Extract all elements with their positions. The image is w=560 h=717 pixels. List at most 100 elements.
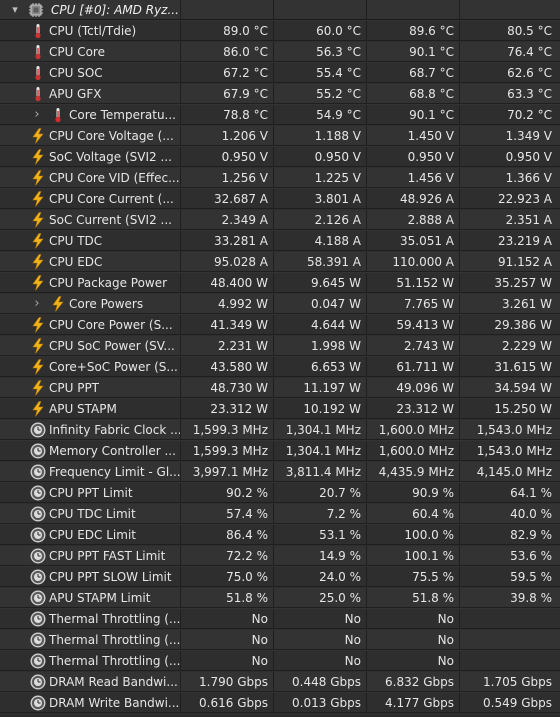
sensor-row[interactable]: CPU SOC 67.2 °C 55.4 °C 68.7 °C 62.6 °C bbox=[0, 63, 560, 84]
sensor-row[interactable]: Core+SoC Power (S... 43.580 W 6.653 W 61.71… bbox=[0, 357, 560, 378]
sensor-row[interactable]: CPU (Tctl/Tdie) 89.0 °C 60.0 °C 89.6 °C 80.5… bbox=[0, 21, 560, 42]
sensor-name-cell: CPU Core Power (S... bbox=[0, 315, 181, 335]
sensor-row[interactable]: › Core Temperatu... 78.8 °C 54.9 °C 90.1 °C 7… bbox=[0, 105, 560, 126]
value-minimum: No bbox=[274, 609, 367, 629]
header-cell-maximum bbox=[367, 0, 460, 20]
sensor-name-cell: SoC Current (SVI2 ... bbox=[0, 210, 181, 230]
clock-icon bbox=[30, 632, 46, 648]
value-maximum: 100.0 % bbox=[367, 525, 460, 545]
sensor-row[interactable]: SoC Current (SVI2 ... 2.349 A 2.126 A 2.888… bbox=[0, 210, 560, 231]
value-average: 31.615 W bbox=[460, 357, 560, 377]
value-average: 0.549 Gbps bbox=[460, 693, 560, 713]
header-cell-average bbox=[460, 0, 560, 20]
sensor-row[interactable]: CPU EDC Limit 86.4 % 53.1 % 100.0 % 82.9 % bbox=[0, 525, 560, 546]
value-current: 57.4 % bbox=[181, 504, 274, 524]
sensor-row[interactable]: Frequency Limit - Gl... 3,997.1 MHz 3,811.… bbox=[0, 462, 560, 483]
value-minimum: 1.188 V bbox=[274, 126, 367, 146]
clock-icon bbox=[30, 485, 46, 501]
sensor-label: DRAM Write Bandwi... bbox=[49, 696, 180, 710]
sensor-row[interactable]: CPU TDC 33.281 A 4.188 A 35.051 A 23.219 A bbox=[0, 231, 560, 252]
thermometer-icon bbox=[30, 65, 46, 81]
sensor-row[interactable]: SoC Voltage (SVI2 ... 0.950 V 0.950 V 0.950… bbox=[0, 147, 560, 168]
lightning-icon bbox=[30, 275, 46, 291]
sensor-row[interactable]: APU GFX 67.9 °C 55.2 °C 68.8 °C 63.3 °C bbox=[0, 84, 560, 105]
value-maximum: 110.000 A bbox=[367, 252, 460, 272]
sensor-label: CPU PPT bbox=[49, 381, 100, 395]
sensor-row[interactable]: Thermal Throttling (... No No No bbox=[0, 630, 560, 651]
collapse-arrow-icon[interactable]: ▾ bbox=[9, 0, 21, 19]
value-minimum: No bbox=[274, 651, 367, 671]
sensor-label: CPU Core Current (... bbox=[49, 192, 174, 206]
value-maximum: 100.1 % bbox=[367, 546, 460, 566]
value-average: 3.261 W bbox=[460, 294, 560, 314]
value-minimum: 4.188 A bbox=[274, 231, 367, 251]
sensor-name-cell: CPU EDC Limit bbox=[0, 525, 181, 545]
header-cell-current bbox=[181, 0, 274, 20]
sensor-row[interactable]: CPU TDC Limit 57.4 % 7.2 % 60.4 % 40.0 % bbox=[0, 504, 560, 525]
sensor-row[interactable]: Thermal Throttling (... No No No bbox=[0, 651, 560, 672]
sensor-row[interactable]: APU STAPM Limit 51.8 % 25.0 % 51.8 % 39.8 % bbox=[0, 588, 560, 609]
value-maximum: 4.177 Gbps bbox=[367, 693, 460, 713]
sensor-name-cell: CPU EDC bbox=[0, 252, 181, 272]
value-current: 86.4 % bbox=[181, 525, 274, 545]
sensor-row[interactable]: CPU SoC Power (SV... 2.231 W 1.998 W 2.743 … bbox=[0, 336, 560, 357]
value-current: 1.206 V bbox=[181, 126, 274, 146]
value-average: 15.250 W bbox=[460, 399, 560, 419]
value-average: 2.351 A bbox=[460, 210, 560, 230]
sensor-row[interactable]: Infinity Fabric Clock ... 1,599.3 MHz 1,30… bbox=[0, 420, 560, 441]
value-current: No bbox=[181, 630, 274, 650]
clock-icon bbox=[30, 464, 46, 480]
value-current: 75.0 % bbox=[181, 567, 274, 587]
clock-icon bbox=[30, 653, 46, 669]
sensor-label: CPU Core Power (S... bbox=[49, 318, 173, 332]
sensor-row[interactable]: CPU PPT SLOW Limit 75.0 % 24.0 % 75.5 % 59.5… bbox=[0, 567, 560, 588]
sensor-row[interactable]: CPU Core Voltage (... 1.206 V 1.188 V 1.450… bbox=[0, 126, 560, 147]
sensor-row[interactable]: CPU PPT 48.730 W 11.197 W 49.096 W 34.594 W bbox=[0, 378, 560, 399]
sensor-label: CPU EDC bbox=[49, 255, 103, 269]
value-average: 64.1 % bbox=[460, 483, 560, 503]
sensor-row[interactable]: APU STAPM 23.312 W 10.192 W 23.312 W 15.250 … bbox=[0, 399, 560, 420]
sensor-row[interactable]: CPU Package Power 48.400 W 9.645 W 51.152 W… bbox=[0, 273, 560, 294]
value-current: 1,599.3 MHz bbox=[181, 420, 274, 440]
value-average: 53.6 % bbox=[460, 546, 560, 566]
value-average: 1.366 V bbox=[460, 168, 560, 188]
value-maximum: 90.1 °C bbox=[367, 105, 460, 125]
value-average: 1,543.0 MHz bbox=[460, 441, 560, 461]
sensor-label: CPU Core bbox=[49, 45, 105, 59]
sensor-row[interactable]: Memory Controller ... 1,599.3 MHz 1,304.1 … bbox=[0, 441, 560, 462]
value-minimum: 53.1 % bbox=[274, 525, 367, 545]
sensor-row[interactable]: CPU PPT FAST Limit 72.2 % 14.9 % 100.1 % 53.… bbox=[0, 546, 560, 567]
value-minimum: 6.653 W bbox=[274, 357, 367, 377]
value-maximum: 1.456 V bbox=[367, 168, 460, 188]
value-maximum: 2.888 A bbox=[367, 210, 460, 230]
sensor-label: CPU SoC Power (SV... bbox=[49, 339, 175, 353]
sensor-row[interactable]: CPU Core VID (Effec... 1.256 V 1.225 V 1.45… bbox=[0, 168, 560, 189]
sensor-row[interactable]: Thermal Throttling (... No No No bbox=[0, 609, 560, 630]
sensor-row[interactable]: › Core Powers 4.992 W 0.047 W 7.765 W 3.261 W bbox=[0, 294, 560, 315]
sensor-row[interactable]: DRAM Read Bandwi... 1.790 Gbps 0.448 Gbps 6… bbox=[0, 672, 560, 693]
value-minimum: 2.126 A bbox=[274, 210, 367, 230]
sensor-row[interactable]: CPU EDC 95.028 A 58.391 A 110.000 A 91.152 A bbox=[0, 252, 560, 273]
expand-arrow-icon[interactable]: › bbox=[31, 294, 43, 313]
value-average: 82.9 % bbox=[460, 525, 560, 545]
sensor-name-cell: CPU TDC Limit bbox=[0, 504, 181, 524]
sensor-row[interactable]: CPU Core 86.0 °C 56.3 °C 90.1 °C 76.4 °C bbox=[0, 42, 560, 63]
lightning-icon bbox=[30, 170, 46, 186]
clock-icon bbox=[30, 674, 46, 690]
value-average: 4,145.0 MHz bbox=[460, 462, 560, 482]
lightning-icon bbox=[30, 149, 46, 165]
lightning-icon bbox=[30, 191, 46, 207]
sensor-row[interactable]: DRAM Write Bandwi... 0.616 Gbps 0.013 Gbps… bbox=[0, 693, 560, 714]
value-average: 40.0 % bbox=[460, 504, 560, 524]
sensor-name-cell: CPU Core Voltage (... bbox=[0, 126, 181, 146]
value-average: 23.219 A bbox=[460, 231, 560, 251]
sensor-row[interactable]: CPU PPT Limit 90.2 % 20.7 % 90.9 % 64.1 % bbox=[0, 483, 560, 504]
expand-arrow-icon[interactable]: › bbox=[31, 105, 43, 124]
value-maximum: 35.051 A bbox=[367, 231, 460, 251]
sensor-group-header[interactable]: ▾ CPU [#0]: AMD Ryz... bbox=[0, 0, 560, 21]
sensor-label: Core+SoC Power (S... bbox=[49, 360, 178, 374]
sensor-row[interactable]: CPU Core Current (... 32.687 A 3.801 A 48.9… bbox=[0, 189, 560, 210]
sensor-row[interactable]: CPU Core Power (S... 41.349 W 4.644 W 59.41… bbox=[0, 315, 560, 336]
value-minimum: 1,304.1 MHz bbox=[274, 441, 367, 461]
value-minimum: 0.047 W bbox=[274, 294, 367, 314]
